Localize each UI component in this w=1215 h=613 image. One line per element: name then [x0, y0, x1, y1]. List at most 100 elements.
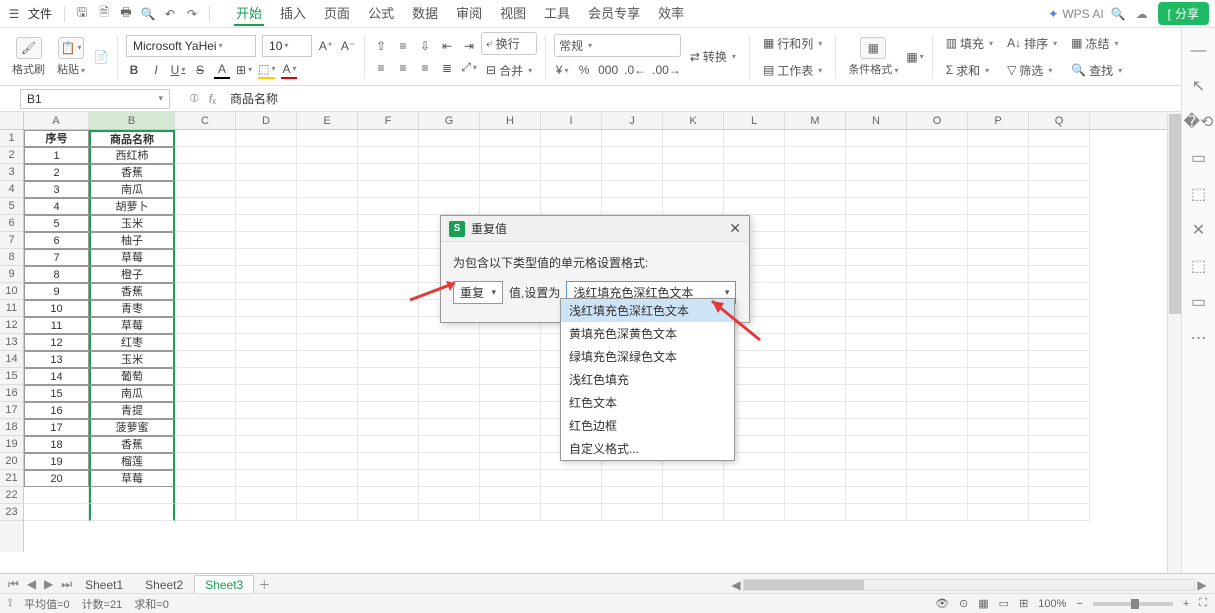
cell[interactable]: 草莓: [89, 470, 175, 487]
cell[interactable]: 3: [24, 181, 89, 198]
cell[interactable]: [236, 283, 297, 300]
currency-icon[interactable]: ¥: [554, 61, 570, 79]
cell[interactable]: [907, 368, 968, 385]
cell[interactable]: [785, 504, 846, 521]
tab-view[interactable]: 视图: [498, 1, 528, 26]
column-headers[interactable]: ABCDEFGHIJKLMNOPQ: [24, 112, 1215, 130]
row-header[interactable]: 13: [0, 334, 23, 351]
cell[interactable]: [907, 504, 968, 521]
cell[interactable]: 榴莲: [89, 453, 175, 470]
cell[interactable]: [358, 147, 419, 164]
cell[interactable]: [297, 283, 358, 300]
rowcol-button[interactable]: ▦ 行和列: [758, 32, 827, 55]
text-effect-button[interactable]: A: [214, 61, 230, 79]
cell[interactable]: 7: [24, 249, 89, 266]
row-header[interactable]: 12: [0, 317, 23, 334]
tab-member[interactable]: 会员专享: [586, 1, 642, 26]
column-header[interactable]: J: [602, 112, 663, 129]
worksheet-button[interactable]: ▤ 工作表: [758, 59, 827, 82]
cell[interactable]: [297, 249, 358, 266]
cell[interactable]: [419, 470, 480, 487]
cell[interactable]: [358, 283, 419, 300]
cell[interactable]: [724, 504, 785, 521]
cell[interactable]: 商品名称: [89, 130, 175, 147]
cell[interactable]: [358, 368, 419, 385]
horizontal-scrollbar[interactable]: ◀▶: [729, 578, 1209, 592]
cell[interactable]: [236, 351, 297, 368]
cell[interactable]: [358, 419, 419, 436]
cell[interactable]: [297, 130, 358, 147]
cell[interactable]: [968, 334, 1029, 351]
cell[interactable]: [175, 351, 236, 368]
cell[interactable]: [968, 351, 1029, 368]
cell[interactable]: [297, 419, 358, 436]
cell[interactable]: [297, 385, 358, 402]
decrease-font-icon[interactable]: A⁻: [340, 37, 356, 55]
cell[interactable]: [358, 470, 419, 487]
sum-button[interactable]: Σ 求和: [941, 59, 998, 82]
cell[interactable]: [968, 487, 1029, 504]
cell[interactable]: [358, 504, 419, 521]
cell[interactable]: [480, 334, 541, 351]
cell[interactable]: [785, 385, 846, 402]
cell[interactable]: [358, 198, 419, 215]
cell[interactable]: 西红柿: [89, 147, 175, 164]
cell[interactable]: [907, 419, 968, 436]
cell[interactable]: [785, 266, 846, 283]
align-right-icon[interactable]: ≡: [417, 59, 433, 77]
cell[interactable]: [968, 266, 1029, 283]
cell[interactable]: 青提: [89, 402, 175, 419]
cell[interactable]: [846, 164, 907, 181]
cell[interactable]: [785, 453, 846, 470]
cell[interactable]: [175, 436, 236, 453]
cell[interactable]: [968, 419, 1029, 436]
row-header[interactable]: 6: [0, 215, 23, 232]
column-header[interactable]: C: [175, 112, 236, 129]
cell[interactable]: [1029, 164, 1090, 181]
cell[interactable]: [358, 436, 419, 453]
cell[interactable]: [968, 368, 1029, 385]
cell[interactable]: 8: [24, 266, 89, 283]
align-bottom-icon[interactable]: ⇩: [417, 37, 433, 55]
cell[interactable]: [907, 266, 968, 283]
cell[interactable]: 13: [24, 351, 89, 368]
merge-button[interactable]: ⊟ 合并: [481, 59, 537, 82]
comma-icon[interactable]: 000: [598, 61, 618, 79]
tab-formula[interactable]: 公式: [366, 1, 396, 26]
cell[interactable]: 南瓜: [89, 385, 175, 402]
cell[interactable]: [602, 164, 663, 181]
cell-style-icon[interactable]: ▦: [906, 48, 923, 66]
status-eye-icon[interactable]: 👁: [935, 597, 949, 610]
cell[interactable]: [419, 402, 480, 419]
row-header[interactable]: 3: [0, 164, 23, 181]
column-header[interactable]: E: [297, 112, 358, 129]
cell[interactable]: [175, 385, 236, 402]
cell[interactable]: [846, 215, 907, 232]
side-backup-icon[interactable]: ▭: [1191, 292, 1206, 312]
cell[interactable]: [907, 385, 968, 402]
sort-button[interactable]: A↓ 排序: [1002, 32, 1062, 55]
cell[interactable]: [297, 470, 358, 487]
cell[interactable]: 南瓜: [89, 181, 175, 198]
cell[interactable]: [480, 181, 541, 198]
cell[interactable]: [968, 385, 1029, 402]
cell[interactable]: [1029, 215, 1090, 232]
cell[interactable]: [907, 215, 968, 232]
cell[interactable]: 玉米: [89, 351, 175, 368]
cell[interactable]: [785, 368, 846, 385]
cell[interactable]: [175, 249, 236, 266]
wrap-button[interactable]: ⤶ 换行: [481, 32, 537, 55]
tab-efficiency[interactable]: 效率: [656, 1, 686, 26]
cell[interactable]: [907, 487, 968, 504]
cell[interactable]: [419, 385, 480, 402]
cell[interactable]: [663, 504, 724, 521]
cell[interactable]: [724, 487, 785, 504]
cell[interactable]: [480, 504, 541, 521]
align-left-icon[interactable]: ≡: [373, 59, 389, 77]
tab-review[interactable]: 审阅: [454, 1, 484, 26]
cell[interactable]: [297, 300, 358, 317]
dropdown-option[interactable]: 红色边框: [561, 414, 734, 437]
cell[interactable]: [175, 419, 236, 436]
indent-right-icon[interactable]: ⇥: [461, 37, 477, 55]
cell[interactable]: [480, 470, 541, 487]
